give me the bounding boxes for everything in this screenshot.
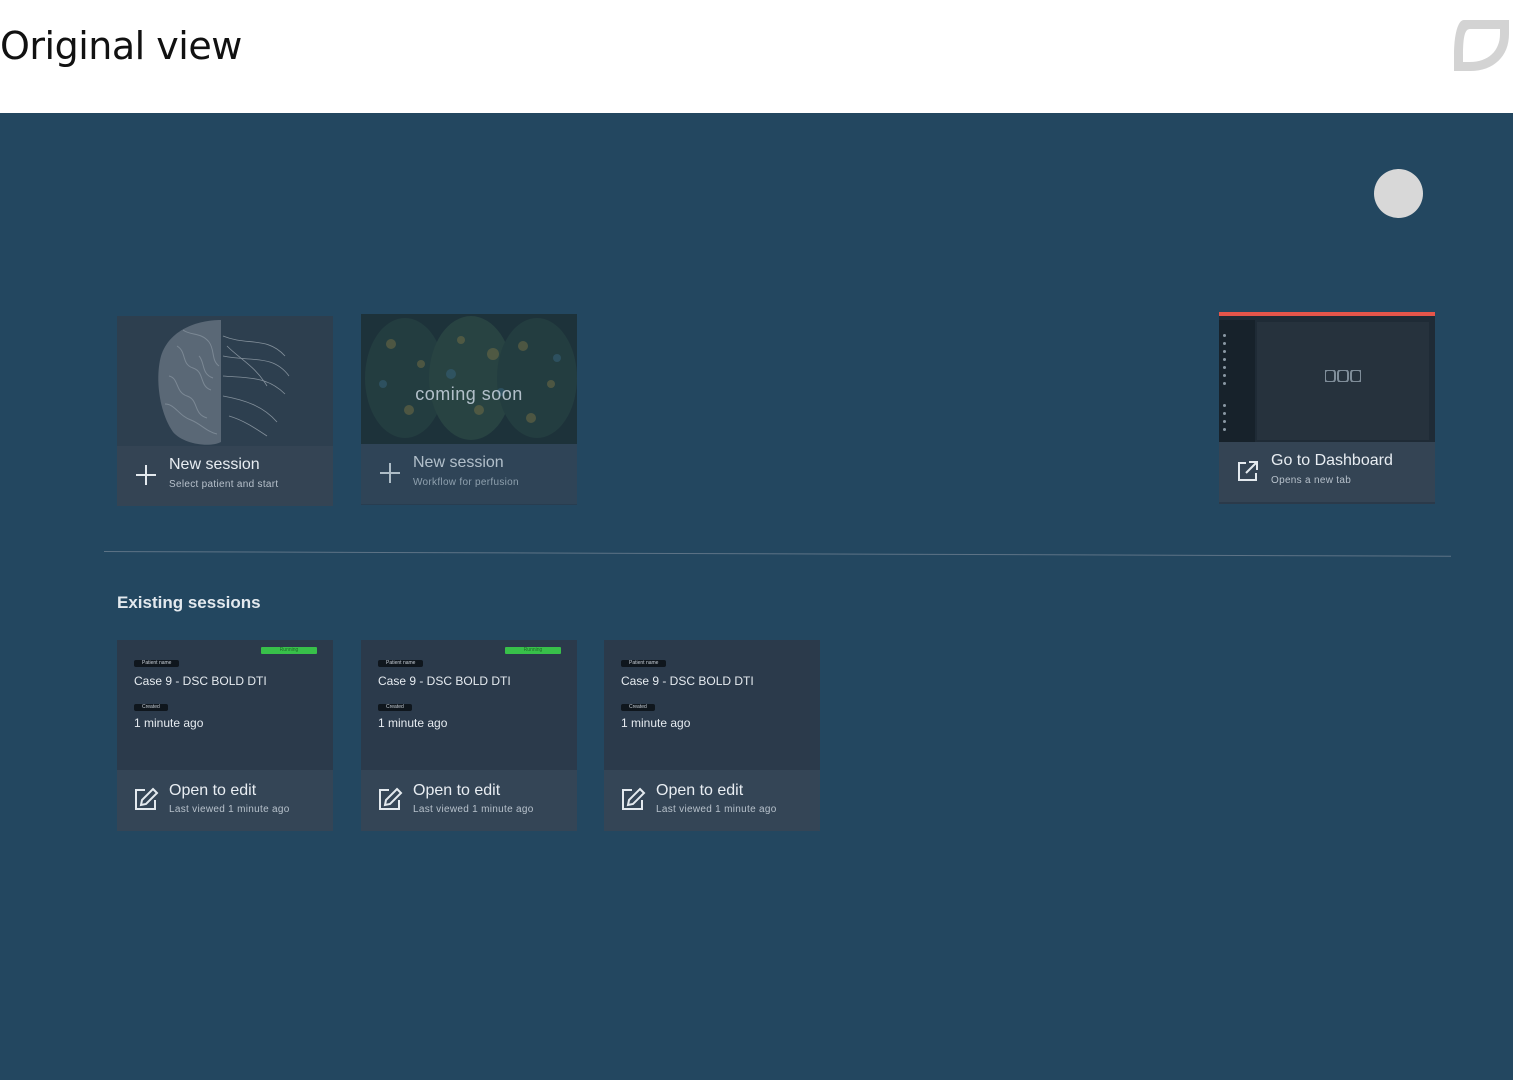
open-to-edit-button[interactable]: Open to edit Last viewed 1 minute ago [361,770,577,831]
coming-soon-label: coming soon [415,384,523,404]
card-title: New session [169,456,260,473]
edit-icon [135,787,159,810]
app-canvas: New session Select patient and start com… [0,113,1513,1080]
card-footer: Go to Dashboard Opens a new tab [1219,442,1435,502]
card-title: Go to Dashboard [1271,452,1393,469]
patient-name-label: Patient name [621,660,667,667]
status-badge: Running [261,647,317,654]
open-to-edit-button[interactable]: Open to edit Last viewed 1 minute ago [604,770,820,831]
created-label: Created [378,704,412,711]
user-avatar[interactable] [1374,169,1423,218]
created-time: 1 minute ago [134,716,204,730]
patient-name-label: Patient name [378,660,424,667]
plus-icon [136,465,156,485]
card-subtitle: Select patient and start [169,479,279,490]
session-body: Patient name Case 9 - DSC BOLD DTI Creat… [604,640,820,770]
page-header: Original view [0,0,1513,113]
brain-thumbnail [117,316,333,446]
case-name: Case 9 - DSC BOLD DTI [621,674,754,688]
edit-icon [379,787,403,810]
perfusion-thumbnail [361,314,577,444]
card-subtitle: Workflow for perfusion [413,477,519,488]
perfusion-session-card: coming soon New session Workflow for per… [361,314,577,505]
section-divider [103,551,1451,557]
created-time: 1 minute ago [621,716,691,730]
brand-logo [1454,20,1509,71]
last-viewed: Last viewed 1 minute ago [413,804,534,815]
dashboard-preview [1219,312,1435,442]
card-subtitle: Opens a new tab [1271,475,1352,486]
session-body: Running Patient name Case 9 - DSC BOLD D… [361,640,577,770]
action-label: Open to edit [169,782,257,799]
card-footer: New session Workflow for perfusion [361,444,577,504]
created-time: 1 minute ago [378,716,448,730]
external-link-icon [1238,461,1258,481]
dashboard-thumbnail [1219,312,1435,442]
dashboard-card[interactable]: Go to Dashboard Opens a new tab [1219,312,1435,504]
case-name: Case 9 - DSC BOLD DTI [134,674,267,688]
status-badge: Running [505,647,561,654]
card-footer: New session Select patient and start [117,446,333,506]
card-title: New session [413,454,504,471]
page-title: Original view [0,24,242,68]
session-card[interactable]: Patient name Case 9 - DSC BOLD DTI Creat… [604,640,820,831]
action-label: Open to edit [413,782,501,799]
session-body: Running Patient name Case 9 - DSC BOLD D… [117,640,333,770]
existing-sessions-title: Existing sessions [117,593,261,612]
last-viewed: Last viewed 1 minute ago [656,804,777,815]
preview-logo [1325,370,1361,382]
last-viewed: Last viewed 1 minute ago [169,804,290,815]
preview-sidebar [1219,320,1255,442]
patient-name-label: Patient name [134,660,180,667]
new-session-card[interactable]: New session Select patient and start [117,316,333,506]
session-card[interactable]: Running Patient name Case 9 - DSC BOLD D… [117,640,333,831]
action-label: Open to edit [656,782,744,799]
plus-icon [380,463,400,483]
created-label: Created [134,704,168,711]
created-label: Created [621,704,655,711]
preview-topbar [1219,312,1435,316]
session-card[interactable]: Running Patient name Case 9 - DSC BOLD D… [361,640,577,831]
edit-icon [622,787,646,810]
open-to-edit-button[interactable]: Open to edit Last viewed 1 minute ago [117,770,333,831]
case-name: Case 9 - DSC BOLD DTI [378,674,511,688]
